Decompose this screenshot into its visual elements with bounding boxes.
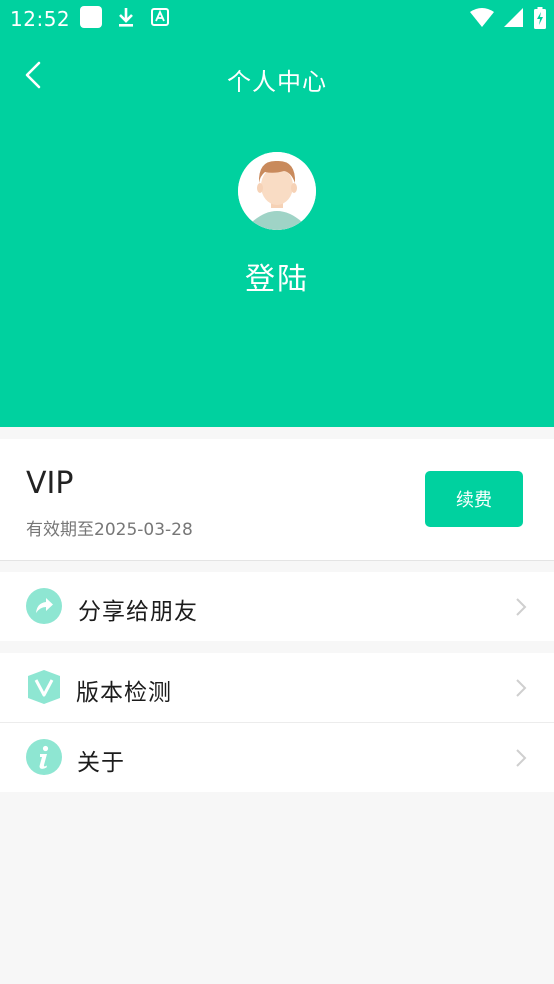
vip-expiry-date: 有效期至2025-03-28 (26, 520, 193, 540)
menu-item-version-check[interactable]: 版本检测 (0, 653, 554, 722)
signal-icon (504, 8, 523, 27)
renew-button[interactable]: 续费 (425, 471, 523, 527)
status-bar: 12:52 (0, 0, 554, 38)
share-icon (26, 588, 62, 624)
chevron-right-icon (516, 598, 527, 616)
menu-item-about-label: 关于 (77, 750, 125, 776)
status-time: 12:52 (10, 7, 71, 31)
vip-card: VIP 有效期至2025-03-28 续费 (0, 439, 554, 561)
vip-title: VIP (26, 466, 74, 501)
text-a-icon (151, 8, 169, 26)
avatar[interactable] (238, 152, 316, 230)
chevron-right-icon (516, 679, 527, 697)
status-system-icons (470, 7, 546, 29)
app-notification-icon (80, 6, 102, 28)
menu-item-share[interactable]: 分享给朋友 (0, 572, 554, 641)
top-bar: 个人中心 (0, 50, 554, 102)
status-notification-icons (80, 6, 170, 28)
profile-header: 12:52 个人中心 登陆 (0, 0, 554, 427)
wifi-icon (470, 8, 494, 27)
menu-item-share-label: 分享给朋友 (78, 599, 198, 625)
battery-icon (534, 7, 546, 29)
app-root: 12:52 个人中心 登陆 VIP 有效期至2025-03-28 续费 分享给朋… (0, 0, 554, 984)
page-title: 个人中心 (227, 68, 327, 96)
download-icon (119, 8, 133, 27)
info-icon (26, 739, 62, 775)
menu-item-version-label: 版本检测 (76, 680, 172, 706)
chevron-right-icon (516, 749, 527, 767)
login-link[interactable]: 登陆 (0, 254, 554, 298)
menu-item-about[interactable]: 关于 (0, 723, 554, 792)
version-shield-icon (28, 670, 60, 704)
user-avatar-icon (238, 152, 316, 230)
